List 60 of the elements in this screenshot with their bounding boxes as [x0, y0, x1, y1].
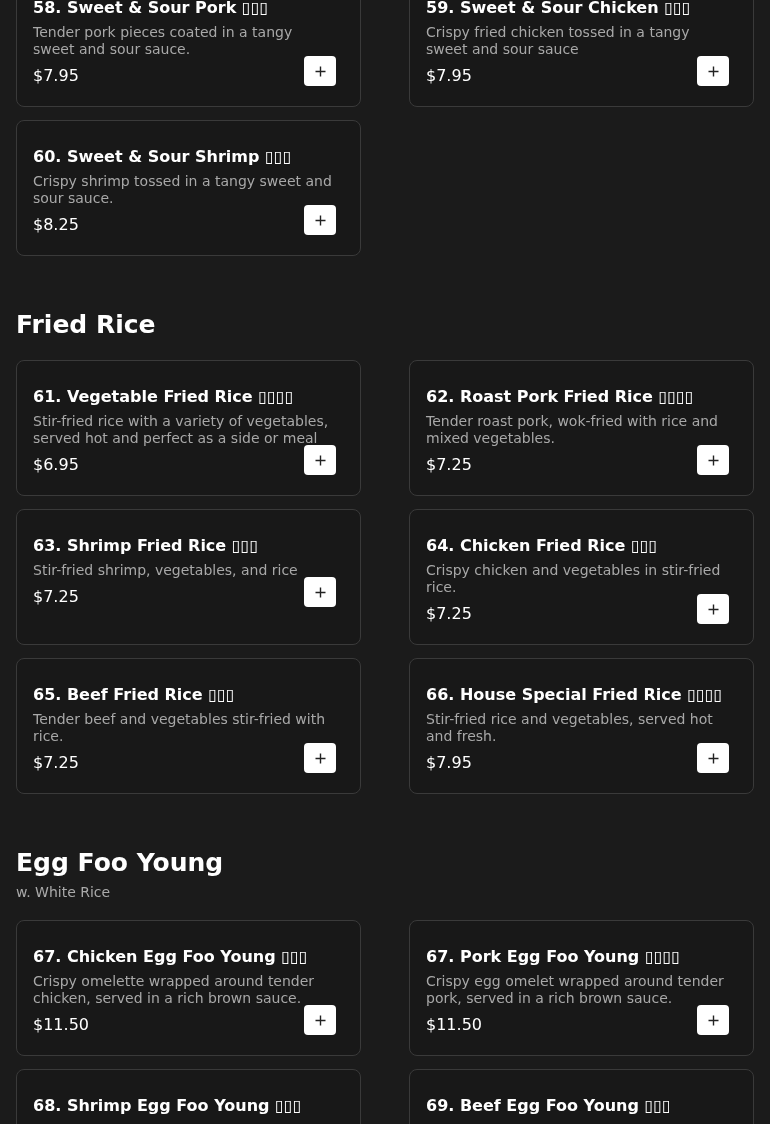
- add-button[interactable]: [304, 445, 336, 475]
- item-price: $6.95: [33, 454, 79, 476]
- plus-icon: [314, 752, 326, 764]
- plus-icon: [707, 454, 719, 466]
- item-description: Tender pork pieces coated in a tangy sweet and sour sauce.: [33, 24, 294, 58]
- item-description: Tender roast pork, wok-fried with rice and mixed vegetables.: [426, 413, 719, 447]
- item-title: 59. Sweet & Sour Chicken ▯▯▯: [426, 0, 692, 18]
- item-description: Crispy shrimp tossed in a tangy sweet and sour sauce.: [33, 173, 333, 207]
- item-title: 60. Sweet & Sour Shrimp ▯▯▯: [33, 147, 293, 167]
- item-description: Stir-fried rice with a variety of vegetables, served hot and perfect as a side or meal: [33, 413, 330, 447]
- item-description: Stir-fried shrimp, vegetables, and rice: [33, 562, 299, 579]
- add-button[interactable]: [304, 577, 336, 607]
- item-price: $8.25: [33, 214, 79, 236]
- item-description: Crispy chicken and vegetables in stir-fried rice.: [426, 562, 722, 596]
- item-description: Stir-fried rice and vegetables, served hot and fresh.: [426, 711, 714, 745]
- item-title: 67. Pork Egg Foo Young ▯▯▯▯: [426, 947, 682, 967]
- plus-icon: [314, 1014, 326, 1026]
- add-button[interactable]: [697, 56, 729, 86]
- plus-icon: [314, 454, 326, 466]
- section-heading: Fried Rice: [16, 310, 157, 340]
- item-price: $7.25: [33, 586, 79, 608]
- add-button[interactable]: [697, 743, 729, 773]
- item-title: 66. House Special Fried Rice ▯▯▯▯: [426, 685, 724, 705]
- item-price: $7.25: [426, 454, 472, 476]
- add-button[interactable]: [697, 594, 729, 624]
- item-price: $7.95: [426, 752, 472, 774]
- add-button[interactable]: [697, 445, 729, 475]
- item-title: 64. Chicken Fried Rice ▯▯▯: [426, 536, 659, 556]
- plus-icon: [707, 1014, 719, 1026]
- plus-icon: [707, 65, 719, 77]
- item-description: Tender beef and vegetables stir-fried with rice.: [33, 711, 327, 745]
- add-button[interactable]: [304, 1005, 336, 1035]
- item-description: Crispy fried chicken tossed in a tangy sweet and sour sauce: [426, 24, 691, 58]
- plus-icon: [314, 586, 326, 598]
- add-button[interactable]: [304, 743, 336, 773]
- item-title: 69. Beef Egg Foo Young ▯▯▯: [426, 1096, 672, 1116]
- item-description: Crispy egg omelet wrapped around tender pork, served in a rich brown sauce.: [426, 973, 725, 1007]
- item-title: 67. Chicken Egg Foo Young ▯▯▯: [33, 947, 309, 967]
- item-title: 63. Shrimp Fried Rice ▯▯▯: [33, 536, 260, 556]
- item-title: 65. Beef Fried Rice ▯▯▯: [33, 685, 236, 705]
- section-subtitle: w. White Rice: [16, 884, 112, 900]
- add-button[interactable]: [304, 205, 336, 235]
- plus-icon: [314, 65, 326, 77]
- add-button[interactable]: [697, 1005, 729, 1035]
- item-price: $11.50: [33, 1014, 89, 1036]
- plus-icon: [707, 603, 719, 615]
- item-description: Crispy omelette wrapped around tender chicken, served in a rich brown sauce.: [33, 973, 316, 1007]
- item-title: 62. Roast Pork Fried Rice ▯▯▯▯: [426, 387, 695, 407]
- plus-icon: [707, 752, 719, 764]
- item-price: $7.25: [33, 752, 79, 774]
- plus-icon: [314, 214, 326, 226]
- item-price: $7.95: [426, 65, 472, 87]
- item-title: 68. Shrimp Egg Foo Young ▯▯▯: [33, 1096, 303, 1116]
- add-button[interactable]: [304, 56, 336, 86]
- item-price: $11.50: [426, 1014, 482, 1036]
- item-price: $7.25: [426, 603, 472, 625]
- section-heading: Egg Foo Young: [16, 848, 225, 878]
- item-price: $7.95: [33, 65, 79, 87]
- item-title: 61. Vegetable Fried Rice ▯▯▯▯: [33, 387, 295, 407]
- item-title: 58. Sweet & Sour Pork ▯▯▯: [33, 0, 270, 18]
